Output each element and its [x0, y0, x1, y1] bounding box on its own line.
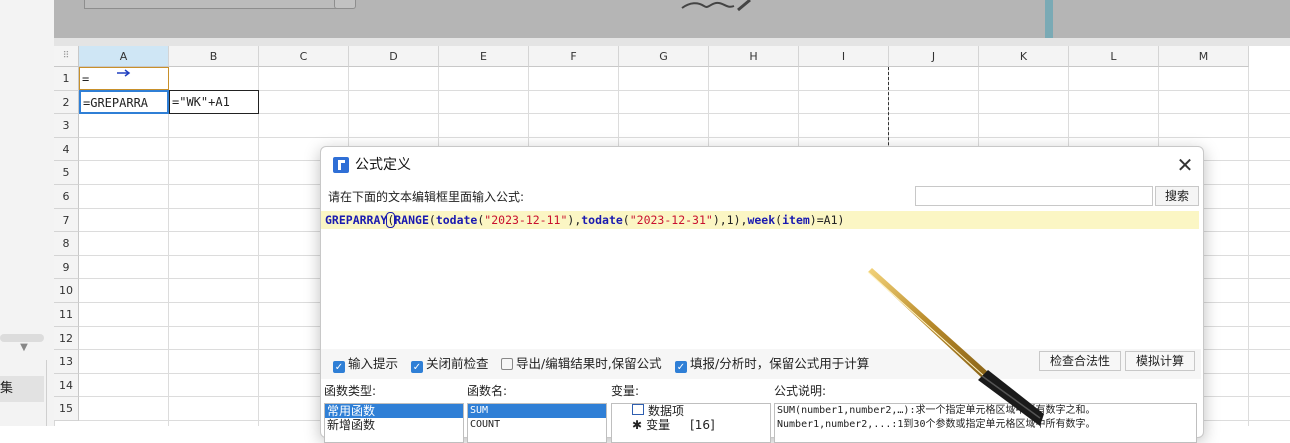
grid-row-line	[79, 136, 1290, 138]
column-header-h[interactable]: H	[709, 46, 799, 67]
list-item[interactable]: SUM	[468, 404, 606, 418]
checkbox-input-hint[interactable]: ✓ 输入提示	[333, 356, 398, 373]
chevron-down-icon[interactable]: ▼	[14, 342, 34, 354]
column-header-c[interactable]: C	[259, 46, 349, 67]
formula-editor[interactable]	[321, 209, 1199, 349]
formula-token: todate	[581, 213, 623, 227]
grid-row-line	[79, 113, 1290, 115]
tree-item-label: 数据项	[648, 404, 685, 418]
column-header-e[interactable]: E	[439, 46, 529, 67]
function-type-list[interactable]: 常用函数 新增函数	[324, 403, 464, 443]
checkbox-label: 填报/分析时，保留公式用于计算	[690, 356, 870, 371]
cell-b2[interactable]: ="WK"+A1	[169, 90, 259, 114]
column-header-j[interactable]: J	[889, 46, 979, 67]
checkbox-keep-formula-fill[interactable]: ✓ 填报/分析时，保留公式用于计算	[675, 356, 869, 373]
row-header-15[interactable]: 15	[54, 397, 79, 421]
tree-item-data-field[interactable]: 数据项	[612, 404, 770, 418]
formula-token: ),	[567, 213, 582, 227]
list-item[interactable]: COUNT	[468, 418, 606, 432]
signature-stroke-icon	[681, 0, 751, 12]
table-icon	[632, 404, 644, 415]
row-header-13[interactable]: 13	[54, 350, 79, 374]
column-header-b[interactable]: B	[169, 46, 259, 67]
row-header-5[interactable]: 5	[54, 161, 79, 185]
variable-icon: ✱	[632, 418, 643, 432]
simulate-calc-button[interactable]: 模拟计算	[1125, 351, 1195, 371]
formula-token: "2023-12-11"	[484, 213, 568, 227]
left-panel-scrollbar[interactable]	[0, 334, 44, 342]
column-header-d[interactable]: D	[349, 46, 439, 67]
tree-item-count: [16]	[690, 418, 715, 432]
function-name-label: 函数名:	[467, 384, 508, 398]
arrow-right-icon	[117, 69, 131, 77]
search-button[interactable]: 搜索	[1155, 186, 1199, 206]
row-header-6[interactable]: 6	[54, 185, 79, 209]
function-name-list[interactable]: SUM COUNT	[467, 403, 607, 443]
check-validity-button[interactable]: 检查合法性	[1039, 351, 1121, 371]
preview-marker	[1045, 0, 1053, 38]
left-panel-divider	[46, 360, 47, 426]
variable-label: 变量:	[611, 384, 640, 398]
list-item[interactable]: 新增函数	[325, 418, 463, 432]
column-header-i[interactable]: I	[799, 46, 889, 67]
checkbox-checked-icon: ✓	[411, 361, 423, 373]
formula-token: todate	[435, 213, 478, 227]
formula-token: GREPARRAY	[325, 213, 388, 227]
formula-token: week	[747, 213, 776, 227]
app-logo-icon	[333, 157, 349, 173]
formula-text[interactable]: GREPARRAY(RANGE(todate("2023-12-11"),tod…	[325, 211, 844, 229]
checkbox-check-before-close[interactable]: ✓ 关闭前检查	[411, 356, 489, 373]
column-header-f[interactable]: F	[529, 46, 619, 67]
checkbox-label: 导出/编辑结果时,保留公式	[516, 356, 662, 371]
formula-token: (	[622, 213, 630, 227]
checkbox-checked-icon: ✓	[333, 361, 345, 373]
column-header-g[interactable]: G	[619, 46, 709, 67]
preview-frame	[84, 0, 352, 9]
row-header-14[interactable]: 14	[54, 373, 79, 398]
row-header-2[interactable]: 2	[54, 90, 79, 115]
grid-row-line	[79, 89, 1290, 91]
row-header-1[interactable]: 1	[54, 67, 79, 91]
left-panel-tab[interactable]: 集	[0, 376, 44, 402]
row-header-11[interactable]: 11	[54, 303, 79, 327]
tree-item-variable[interactable]: ✱ 变量 [16]	[612, 418, 770, 432]
formula-token: "2023-12-31"	[629, 213, 713, 227]
checkbox-unchecked-icon	[501, 358, 513, 370]
formula-token: )=A1)	[809, 213, 845, 227]
list-item[interactable]: 常用函数	[325, 404, 463, 418]
function-search-input[interactable]	[915, 186, 1153, 206]
pen-pointer-icon	[867, 268, 1044, 426]
formula-token: item	[782, 213, 810, 227]
column-header-l[interactable]: L	[1069, 46, 1159, 67]
formula-token: (	[428, 213, 436, 227]
formula-token: RANGE	[394, 213, 429, 227]
checkbox-label: 输入提示	[348, 356, 399, 371]
formula-token: ),1),	[712, 213, 748, 227]
row-header-4[interactable]: 4	[54, 137, 79, 162]
row-header-10[interactable]: 10	[54, 279, 79, 303]
checkbox-checked-icon: ✓	[675, 361, 687, 373]
dialog-title: 公式定义	[355, 157, 411, 173]
row-header-12[interactable]: 12	[54, 326, 79, 351]
formula-prompt-label: 请在下面的文本编辑框里面输入公式:	[328, 190, 525, 204]
close-icon[interactable]: ✕	[1173, 153, 1197, 177]
row-header-7[interactable]: 7	[54, 208, 79, 233]
row-header-8[interactable]: 8	[54, 232, 79, 256]
checkbox-label: 关闭前检查	[426, 356, 489, 371]
formula-dialog: 公式定义 ✕ 请在下面的文本编辑框里面输入公式: 搜索 GREPARRAY(RA…	[320, 146, 1204, 443]
checkbox-keep-formula-export[interactable]: 导出/编辑结果时,保留公式	[501, 356, 662, 372]
column-header-a[interactable]: A	[79, 46, 169, 67]
tree-item-label: 变量	[646, 418, 671, 432]
column-header-m[interactable]: M	[1159, 46, 1249, 67]
variable-tree[interactable]: 数据项 ✱ 变量 [16]	[611, 403, 771, 443]
row-header-3[interactable]: 3	[54, 114, 79, 138]
toolbar-strip	[54, 38, 1290, 46]
select-all-corner[interactable]: ⠿	[54, 46, 79, 67]
column-header-k[interactable]: K	[979, 46, 1069, 67]
function-type-label: 函数类型:	[324, 384, 377, 398]
row-header-9[interactable]: 9	[54, 255, 79, 280]
cell-a2[interactable]: =GREPARRA	[79, 90, 169, 114]
description-label: 公式说明:	[774, 384, 827, 398]
preview-handle[interactable]	[334, 0, 356, 9]
